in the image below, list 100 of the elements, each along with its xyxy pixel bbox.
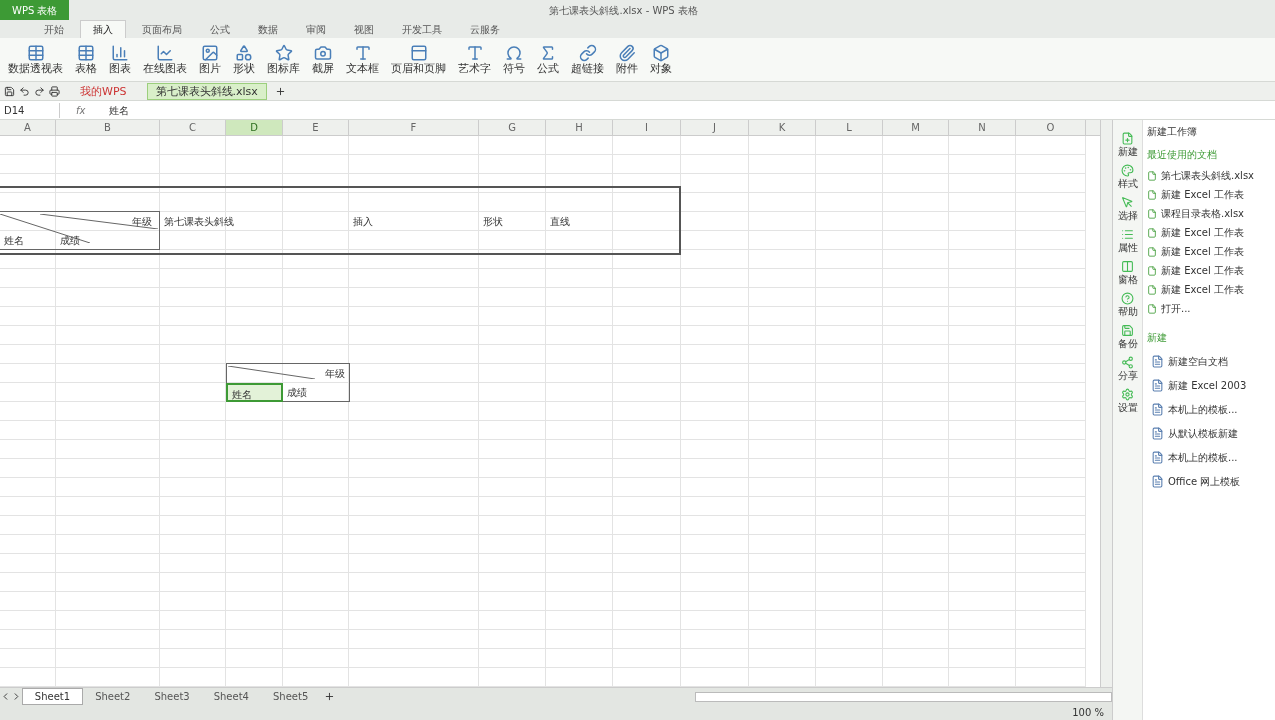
save-icon[interactable]: [4, 85, 15, 97]
function-button[interactable]: fx: [68, 102, 94, 118]
table-cell-text: 姓名: [3, 234, 24, 248]
column-header[interactable]: F: [349, 120, 479, 135]
document-tab[interactable]: 第七课表头斜线.xlsx: [146, 82, 267, 100]
ribbon-button[interactable]: 公式: [533, 43, 563, 76]
column-header[interactable]: E: [283, 120, 349, 135]
menu-tab[interactable]: 审阅: [294, 20, 338, 38]
window-title: 第七课表头斜线.xlsx - WPS 表格: [549, 3, 698, 18]
app-menu-button[interactable]: WPS 表格: [0, 0, 70, 20]
add-sheet-icon[interactable]: [324, 691, 336, 702]
ribbon-button[interactable]: 截屏: [308, 43, 338, 76]
list-icon: [1121, 228, 1134, 241]
table-cell-text: 成绩: [59, 234, 80, 248]
recent-file-link[interactable]: 新建 Excel 工作表: [1147, 261, 1244, 280]
omega-icon: [505, 43, 523, 62]
table-cell-text: 年级: [132, 215, 153, 229]
ribbon-button[interactable]: 文本框: [342, 43, 383, 76]
formula-input[interactable]: 姓名: [101, 102, 1275, 118]
column-header[interactable]: K: [749, 120, 816, 135]
share-icon: [1121, 356, 1134, 369]
new-file-link[interactable]: 从默认模板新建: [1147, 421, 1238, 445]
columns-icon: [1121, 260, 1134, 273]
new-file-link[interactable]: 本机上的模板...: [1147, 397, 1238, 421]
vertical-scrollbar[interactable]: [1100, 120, 1112, 687]
new-file-link[interactable]: 新建 Excel 2003: [1147, 373, 1247, 397]
ribbon-button[interactable]: 在线图表: [139, 43, 191, 76]
ribbon-button[interactable]: 超链接: [567, 43, 608, 76]
help-icon: [1121, 292, 1134, 305]
add-icon[interactable]: [274, 85, 286, 97]
sheet-tab[interactable]: Sheet4: [201, 688, 261, 705]
name-box[interactable]: D14: [0, 102, 60, 118]
recent-file-link[interactable]: 新建 Excel 工作表: [1147, 223, 1244, 242]
ribbon-button[interactable]: 对象: [646, 43, 676, 76]
column-header[interactable]: L: [816, 120, 883, 135]
recent-file-link[interactable]: 课程目录表格.xlsx: [1147, 204, 1244, 223]
recent-file-link[interactable]: 第七课表头斜线.xlsx: [1147, 166, 1254, 185]
section-heading: 新建: [1147, 331, 1168, 345]
ribbon-button[interactable]: 数据透视表: [4, 43, 67, 76]
side-tool-button[interactable]: 设置: [1117, 388, 1138, 414]
column-header[interactable]: I: [613, 120, 681, 135]
menu-tab[interactable]: 开发工具: [390, 20, 454, 38]
column-header[interactable]: J: [681, 120, 749, 135]
ribbon-button[interactable]: 附件: [612, 43, 642, 76]
ribbon-button[interactable]: 艺术字: [454, 43, 495, 76]
menu-tab[interactable]: 视图: [342, 20, 386, 38]
new-file-link[interactable]: 新建空白文档: [1147, 349, 1228, 373]
recent-file-link[interactable]: 新建 Excel 工作表: [1147, 242, 1244, 261]
document-icon: [1151, 426, 1164, 440]
side-tool-button[interactable]: 帮助: [1117, 292, 1138, 318]
recent-file-link[interactable]: 新建 Excel 工作表: [1147, 185, 1244, 204]
document-icon: [1151, 450, 1164, 464]
recent-file-link[interactable]: 打开...: [1147, 299, 1191, 318]
side-tool-button[interactable]: 窗格: [1117, 260, 1138, 286]
ribbon-button[interactable]: 表格: [71, 43, 101, 76]
ribbon-button[interactable]: 页眉和页脚: [387, 43, 450, 76]
side-tool-button[interactable]: 样式: [1117, 164, 1138, 190]
print-icon[interactable]: [49, 85, 60, 97]
menu-tab[interactable]: 页面布局: [130, 20, 194, 38]
document-icon: [1151, 402, 1164, 416]
sheet-tab[interactable]: Sheet1: [21, 688, 84, 705]
column-header[interactable]: D: [226, 120, 283, 135]
file-plus-icon: [1121, 132, 1134, 145]
recent-file-link[interactable]: 新建 Excel 工作表: [1147, 280, 1244, 299]
column-header[interactable]: M: [883, 120, 949, 135]
menu-tab[interactable]: 公式: [198, 20, 242, 38]
column-header[interactable]: A: [0, 120, 56, 135]
sheet-tab[interactable]: Sheet2: [83, 688, 143, 705]
side-tool-button[interactable]: 新建: [1117, 132, 1138, 158]
horizontal-scrollbar[interactable]: [695, 691, 1112, 702]
redo-icon[interactable]: [34, 85, 45, 97]
sheet-tab[interactable]: Sheet3: [142, 688, 202, 705]
column-header[interactable]: H: [546, 120, 613, 135]
new-file-link[interactable]: Office 网上模板: [1147, 469, 1241, 493]
ribbon-button[interactable]: 图标库: [263, 43, 304, 76]
column-header[interactable]: G: [479, 120, 546, 135]
ribbon-button[interactable]: 形状: [229, 43, 259, 76]
column-header[interactable]: B: [56, 120, 160, 135]
star-icon: [274, 43, 293, 62]
ribbon-button[interactable]: 图片: [195, 43, 225, 76]
menu-tab[interactable]: 开始: [32, 20, 76, 38]
table-cell-text: 插入: [352, 215, 373, 229]
ribbon-button[interactable]: 符号: [499, 43, 529, 76]
column-header[interactable]: O: [1016, 120, 1086, 135]
image-icon: [201, 43, 219, 62]
menu-tab[interactable]: 插入: [80, 20, 126, 38]
new-file-link[interactable]: 本机上的模板...: [1147, 445, 1238, 469]
sheet-tab[interactable]: Sheet5: [260, 688, 321, 705]
side-tool-button[interactable]: 选择: [1117, 196, 1138, 222]
link-icon: [578, 43, 597, 62]
menu-tab[interactable]: 云服务: [458, 20, 512, 38]
ribbon-button[interactable]: 图表: [105, 43, 135, 76]
menu-tab[interactable]: 数据: [246, 20, 290, 38]
undo-icon[interactable]: [19, 85, 30, 97]
side-tool-button[interactable]: 备份: [1117, 324, 1138, 350]
table-cell-text: 第七课表头斜线: [163, 215, 234, 229]
side-tool-button[interactable]: 属性: [1117, 228, 1138, 254]
side-tool-button[interactable]: 分享: [1117, 356, 1138, 382]
column-header[interactable]: N: [949, 120, 1016, 135]
document-tab[interactable]: 我的WPS: [72, 82, 135, 100]
